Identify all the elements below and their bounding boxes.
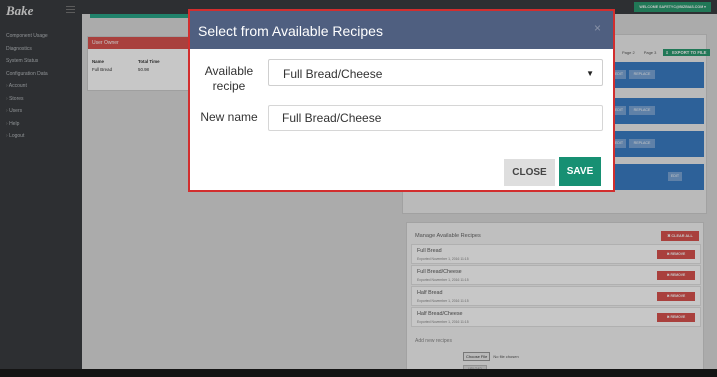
dialog-header: Select from Available Recipes × — [190, 11, 613, 49]
new-name-input[interactable] — [268, 105, 603, 131]
new-name-label: New name — [200, 110, 258, 124]
chevron-down-icon: ▼ — [586, 69, 594, 78]
save-button[interactable]: SAVE — [559, 157, 601, 186]
select-recipe-dialog: Select from Available Recipes × Availabl… — [188, 9, 615, 192]
dialog-title: Select from Available Recipes — [198, 23, 383, 39]
close-button[interactable]: CLOSE — [504, 159, 555, 186]
close-icon[interactable]: × — [594, 21, 601, 35]
available-recipe-label: Available recipe — [204, 64, 254, 93]
available-recipe-select[interactable]: Full Bread/Cheese ▼ — [268, 59, 603, 86]
selected-recipe: Full Bread/Cheese — [283, 67, 383, 81]
